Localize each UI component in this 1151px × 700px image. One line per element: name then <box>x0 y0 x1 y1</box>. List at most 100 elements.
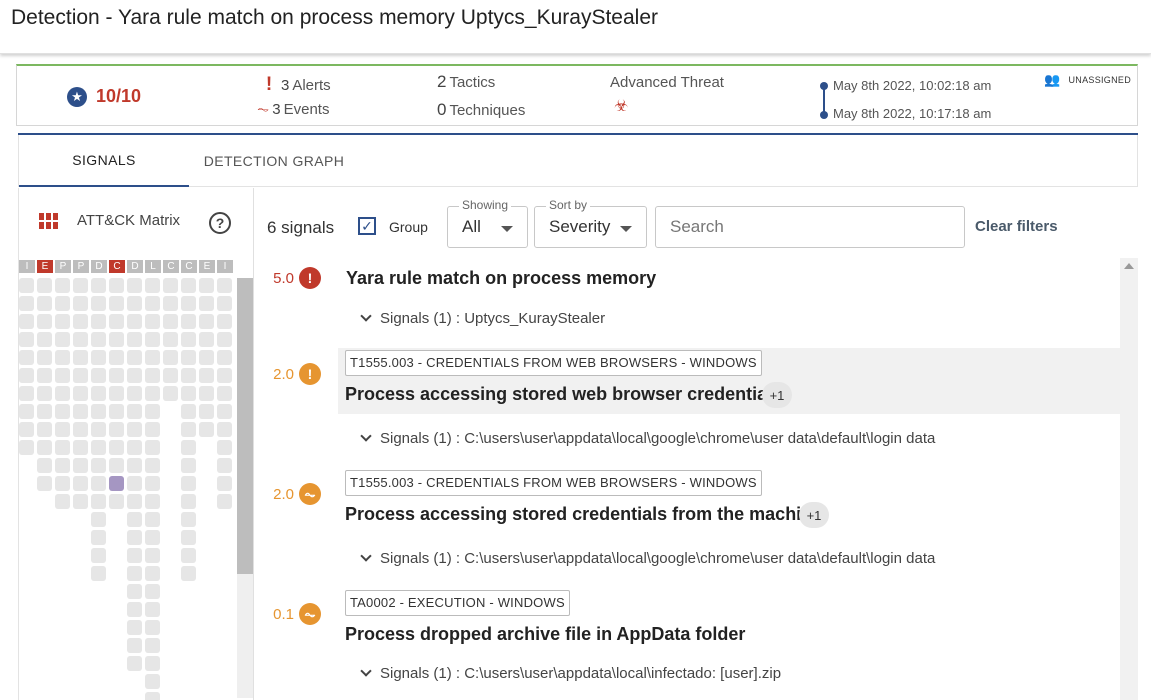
technique-cell[interactable] <box>181 350 196 365</box>
technique-cell[interactable] <box>37 476 52 491</box>
technique-cell[interactable] <box>127 494 142 509</box>
technique-cell[interactable] <box>127 656 142 671</box>
technique-cell[interactable] <box>181 512 196 527</box>
matrix-scrollbar[interactable] <box>237 278 253 698</box>
tactic-header[interactable]: C <box>181 260 197 273</box>
technique-cell[interactable] <box>73 386 88 401</box>
technique-cell[interactable] <box>55 386 70 401</box>
technique-cell[interactable] <box>145 584 160 599</box>
technique-cell[interactable] <box>109 350 124 365</box>
technique-cell[interactable] <box>91 386 106 401</box>
technique-cell[interactable] <box>181 548 196 563</box>
technique-cell[interactable] <box>145 386 160 401</box>
technique-cell[interactable] <box>37 332 52 347</box>
technique-cell[interactable] <box>91 296 106 311</box>
clear-filters-link[interactable]: Clear filters <box>975 218 1058 235</box>
technique-cell[interactable] <box>73 368 88 383</box>
technique-cell[interactable] <box>55 494 70 509</box>
technique-cell[interactable] <box>127 476 142 491</box>
technique-cell[interactable] <box>199 350 214 365</box>
technique-cell[interactable] <box>91 422 106 437</box>
technique-cell[interactable] <box>37 296 52 311</box>
technique-cell[interactable] <box>91 458 106 473</box>
assignee-button[interactable]: 👥 UNASSIGNED <box>1044 72 1131 88</box>
technique-cell[interactable] <box>109 458 124 473</box>
technique-cell[interactable] <box>91 566 106 581</box>
technique-cell[interactable] <box>127 350 142 365</box>
technique-cell[interactable] <box>145 494 160 509</box>
technique-cell[interactable] <box>181 368 196 383</box>
technique-cell[interactable] <box>37 422 52 437</box>
technique-cell[interactable] <box>145 674 160 689</box>
technique-cell[interactable] <box>127 278 142 293</box>
technique-cell[interactable] <box>91 548 106 563</box>
technique-cell[interactable] <box>181 422 196 437</box>
technique-cell[interactable] <box>145 278 160 293</box>
technique-cell[interactable] <box>55 458 70 473</box>
technique-cell[interactable] <box>109 368 124 383</box>
technique-cell[interactable] <box>145 314 160 329</box>
technique-cell[interactable] <box>73 458 88 473</box>
technique-cell[interactable] <box>91 404 106 419</box>
tactic-header[interactable]: L <box>145 260 161 273</box>
technique-cell[interactable] <box>127 368 142 383</box>
technique-cell[interactable] <box>73 350 88 365</box>
help-icon[interactable]: ? <box>209 212 231 234</box>
technique-cell[interactable] <box>109 386 124 401</box>
techniques-stat[interactable]: 0 Techniques <box>437 100 525 120</box>
technique-cell[interactable] <box>127 548 142 563</box>
more-tactics-badge[interactable]: +1 <box>762 382 792 408</box>
technique-cell[interactable] <box>19 422 34 437</box>
technique-cell[interactable] <box>55 350 70 365</box>
technique-cell[interactable] <box>127 584 142 599</box>
tab-signals[interactable]: SIGNALS <box>19 135 189 187</box>
technique-cell[interactable] <box>127 638 142 653</box>
technique-cell[interactable] <box>91 314 106 329</box>
tactics-stat[interactable]: 2 Tactics <box>437 72 495 92</box>
technique-cell[interactable] <box>145 692 160 700</box>
technique-cell[interactable] <box>19 368 34 383</box>
sort-select[interactable]: Sort by Severity <box>534 198 647 248</box>
technique-cell[interactable] <box>37 350 52 365</box>
signal-title[interactable]: Process dropped archive file in AppData … <box>345 624 745 645</box>
technique-cell[interactable] <box>127 386 142 401</box>
showing-select[interactable]: Showing All <box>447 198 528 248</box>
technique-cell[interactable] <box>199 314 214 329</box>
technique-cell[interactable] <box>145 548 160 563</box>
technique-cell-active[interactable] <box>109 476 124 491</box>
technique-cell[interactable] <box>109 422 124 437</box>
technique-cell[interactable] <box>181 314 196 329</box>
technique-cell[interactable] <box>127 602 142 617</box>
technique-cell[interactable] <box>217 440 232 455</box>
technique-cell[interactable] <box>145 530 160 545</box>
technique-cell[interactable] <box>37 314 52 329</box>
technique-cell[interactable] <box>145 656 160 671</box>
technique-cell[interactable] <box>199 332 214 347</box>
search-input[interactable] <box>655 206 965 248</box>
technique-cell[interactable] <box>91 368 106 383</box>
tab-detection-graph[interactable]: DETECTION GRAPH <box>189 135 359 187</box>
technique-cell[interactable] <box>127 566 142 581</box>
technique-cell[interactable] <box>73 494 88 509</box>
events-stat[interactable]: ⏦ 3 Events <box>257 101 329 118</box>
technique-cell[interactable] <box>91 350 106 365</box>
technique-cell[interactable] <box>163 386 178 401</box>
technique-cell[interactable] <box>127 332 142 347</box>
technique-cell[interactable] <box>19 440 34 455</box>
technique-cell[interactable] <box>145 368 160 383</box>
technique-cell[interactable] <box>19 386 34 401</box>
tactic-header[interactable]: I <box>19 260 35 273</box>
technique-cell[interactable] <box>181 476 196 491</box>
technique-cell[interactable] <box>217 278 232 293</box>
signal-details-toggle[interactable]: Signals (1) : C:\users\user\appdata\loca… <box>360 430 935 447</box>
technique-cell[interactable] <box>217 350 232 365</box>
technique-cell[interactable] <box>217 476 232 491</box>
alerts-stat[interactable]: ! 3 Alerts <box>265 74 331 96</box>
technique-cell[interactable] <box>145 458 160 473</box>
technique-cell[interactable] <box>181 332 196 347</box>
technique-tag[interactable]: T1555.003 - CREDENTIALS FROM WEB BROWSER… <box>345 350 762 376</box>
technique-cell[interactable] <box>163 278 178 293</box>
technique-cell[interactable] <box>127 404 142 419</box>
technique-cell[interactable] <box>181 530 196 545</box>
technique-cell[interactable] <box>145 404 160 419</box>
